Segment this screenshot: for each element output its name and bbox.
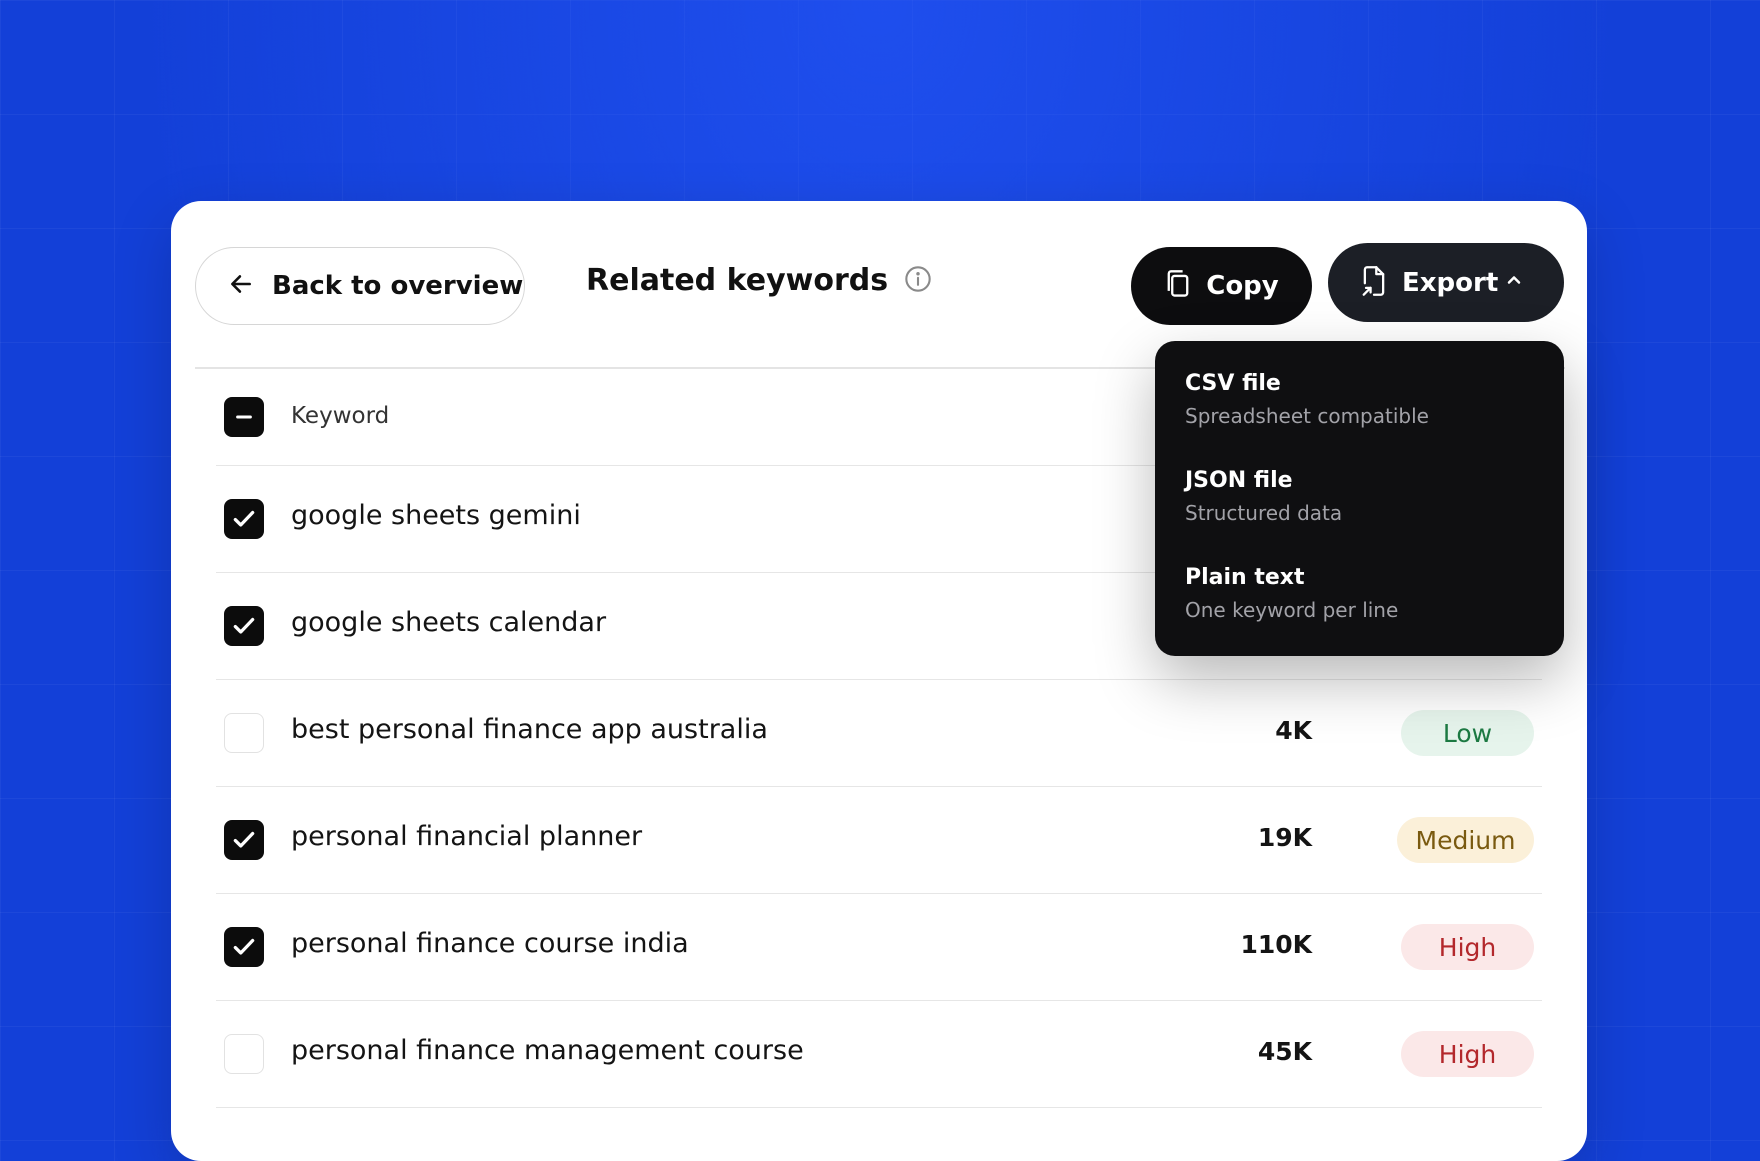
menu-item-subtitle: Structured data	[1185, 501, 1343, 525]
row-checkbox[interactable]	[224, 713, 264, 753]
chevron-up-icon	[1504, 270, 1524, 294]
keyword-text: personal financial planner	[291, 821, 643, 852]
volume-value: 4K	[1275, 716, 1312, 745]
copy-icon	[1164, 269, 1192, 303]
menu-item-subtitle: One keyword per line	[1185, 598, 1399, 622]
back-button-label: Back to overview	[272, 271, 524, 301]
volume-value: 45K	[1257, 1037, 1312, 1066]
export-button[interactable]: Export	[1328, 243, 1564, 322]
row-checkbox[interactable]	[224, 820, 264, 860]
menu-item-title: JSON file	[1185, 468, 1293, 493]
check-icon	[233, 938, 255, 955]
menu-item-title: Plain text	[1185, 565, 1305, 590]
row-checkbox[interactable]	[224, 606, 264, 646]
row-checkbox[interactable]	[224, 927, 264, 967]
copy-button-label: Copy	[1206, 271, 1279, 301]
info-icon[interactable]	[904, 265, 932, 297]
volume-value: 110K	[1240, 930, 1312, 959]
keyword-text: best personal finance app australia	[291, 714, 768, 745]
table-row[interactable]: best personal finance app australia 4K L…	[216, 680, 1542, 787]
keyword-text: google sheets calendar	[291, 607, 607, 638]
difficulty-badge: High	[1401, 1031, 1534, 1077]
keyword-text: google sheets gemini	[291, 500, 581, 531]
arrow-left-icon	[228, 271, 254, 301]
keyword-text: personal finance course india	[291, 928, 689, 959]
difficulty-badge: Medium	[1397, 817, 1534, 863]
difficulty-badge: High	[1401, 924, 1534, 970]
back-to-overview-button[interactable]: Back to overview	[195, 247, 525, 325]
menu-item-subtitle: Spreadsheet compatible	[1185, 404, 1429, 428]
check-icon	[233, 617, 255, 634]
check-icon	[233, 510, 255, 527]
page-title-text: Related keywords	[586, 263, 889, 298]
check-icon	[233, 831, 255, 848]
export-button-label: Export	[1402, 267, 1499, 298]
page-title: Related keywords	[586, 263, 932, 298]
export-csv-option[interactable]: CSV file Spreadsheet compatible	[1155, 371, 1564, 468]
minus-icon	[236, 415, 252, 419]
menu-item-title: CSV file	[1185, 371, 1281, 396]
table-row[interactable]: personal finance management course 45K H…	[216, 1001, 1542, 1108]
select-all-checkbox[interactable]	[224, 397, 264, 437]
export-json-option[interactable]: JSON file Structured data	[1155, 468, 1564, 565]
row-checkbox[interactable]	[224, 499, 264, 539]
row-checkbox[interactable]	[224, 1034, 264, 1074]
table-row[interactable]: personal finance course india 110K High	[216, 894, 1542, 1001]
volume-value: 19K	[1257, 823, 1312, 852]
keyword-text: personal finance management course	[291, 1035, 804, 1066]
file-export-icon	[1360, 265, 1388, 301]
table-row[interactable]: personal financial planner 19K Medium	[216, 787, 1542, 894]
export-plain-text-option[interactable]: Plain text One keyword per line	[1155, 565, 1564, 662]
difficulty-badge: Low	[1401, 710, 1534, 756]
export-dropdown-menu: CSV file Spreadsheet compatible JSON fil…	[1155, 341, 1564, 656]
keyword-column-header: Keyword	[291, 403, 390, 429]
copy-button[interactable]: Copy	[1131, 247, 1312, 325]
